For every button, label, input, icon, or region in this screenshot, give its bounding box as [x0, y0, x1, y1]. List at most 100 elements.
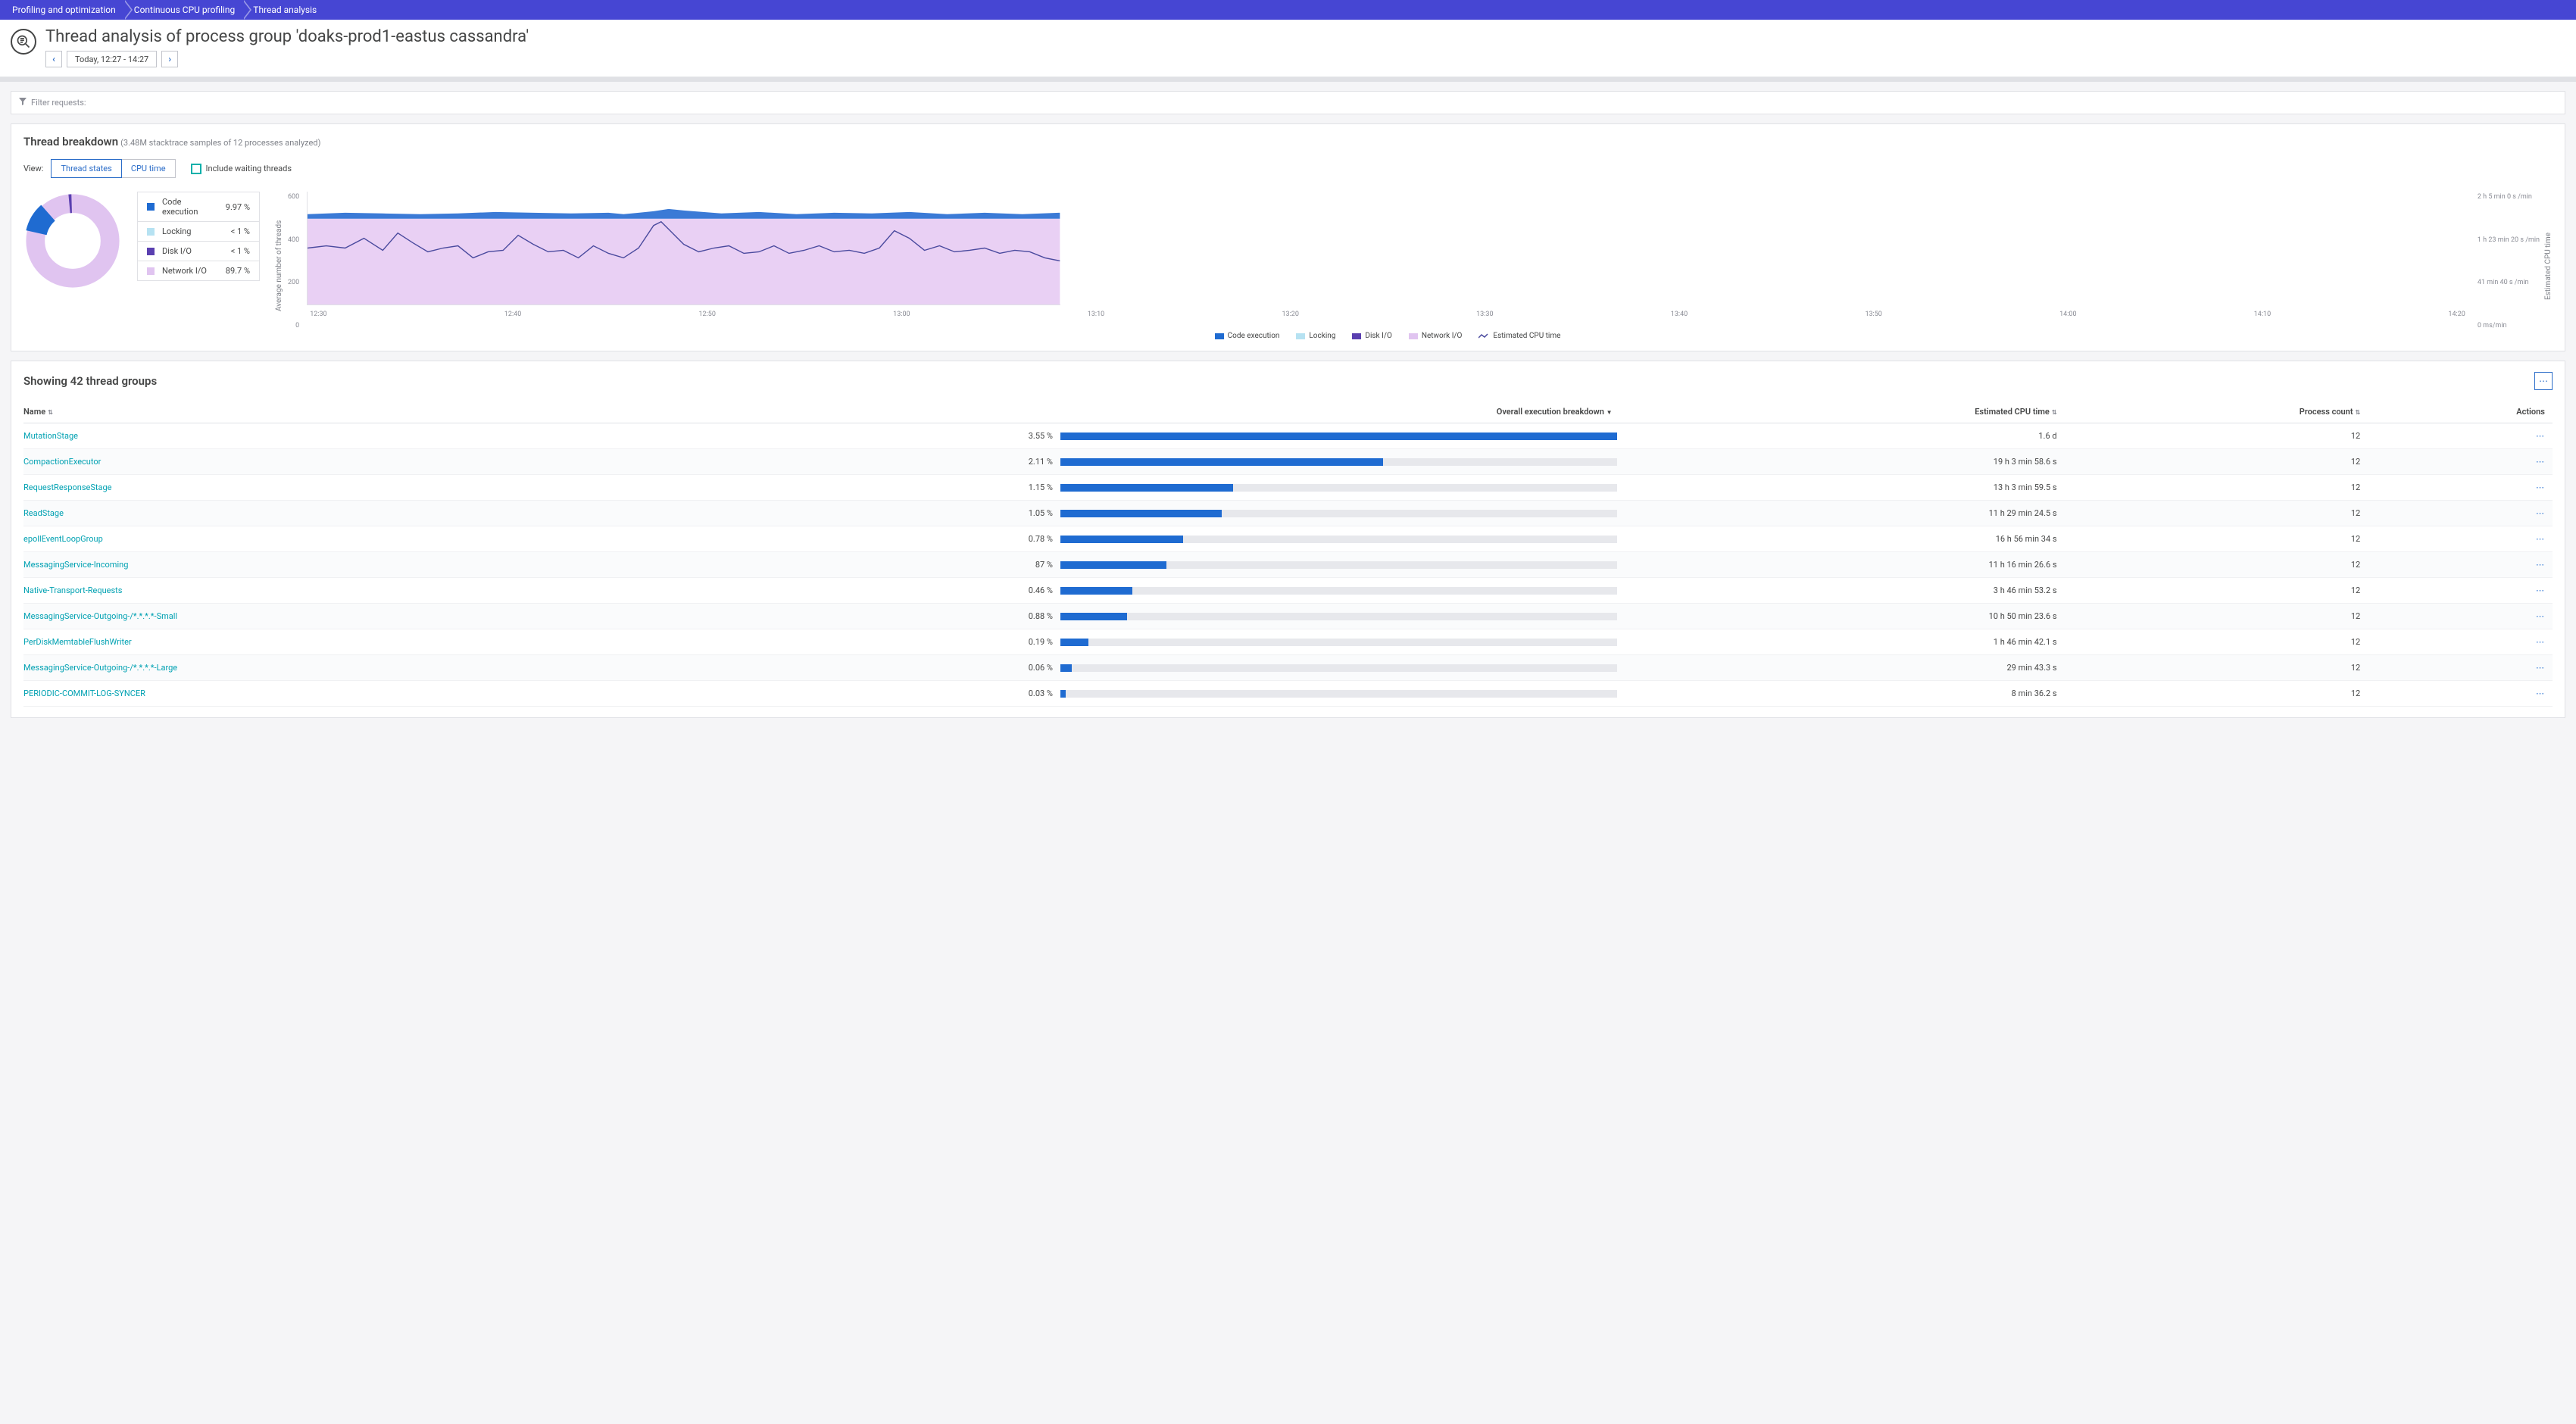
row-actions-button[interactable]: ⋯	[2536, 457, 2545, 467]
thread-group-link[interactable]: PerDiskMemtableFlushWriter	[23, 637, 883, 647]
row-percent: 0.78 %	[883, 534, 1060, 544]
breakdown-subtitle: (3.48M stacktrace samples of 12 processe…	[120, 138, 320, 148]
row-bar	[1060, 484, 1617, 492]
row-bar	[1060, 690, 1617, 698]
thread-group-link[interactable]: PERIODIC-COMMIT-LOG-SYNCER	[23, 689, 883, 698]
row-bar	[1060, 561, 1617, 569]
row-percent: 1.15 %	[883, 482, 1060, 492]
row-actions-button[interactable]: ⋯	[2536, 689, 2545, 698]
legend-row[interactable]: Network I/O89.7 %	[138, 261, 259, 280]
y-axis-left-label: Average number of threads	[275, 192, 283, 340]
col-header-name[interactable]: Name⇅	[23, 407, 883, 417]
table-row: MessagingService-Outgoing-/*.*.*.*-Small…	[23, 604, 2553, 629]
legend-row[interactable]: Locking< 1 %	[138, 221, 259, 241]
row-bar	[1060, 587, 1617, 595]
table-row: PerDiskMemtableFlushWriter0.19 %1 h 46 m…	[23, 629, 2553, 655]
thread-group-link[interactable]: CompactionExecutor	[23, 457, 883, 467]
row-process-count: 12	[2072, 457, 2376, 467]
checkbox-icon	[191, 164, 201, 174]
table-header-row: Name⇅ Overall execution breakdown ▼ Esti…	[23, 401, 2553, 423]
thread-group-link[interactable]: MessagingService-Incoming	[23, 560, 883, 570]
chart-legend: Code executionLockingDisk I/ONetwork I/O…	[307, 332, 2468, 340]
row-process-count: 12	[2072, 663, 2376, 673]
row-percent: 0.06 %	[883, 663, 1060, 673]
row-cpu-time: 11 h 16 min 26.6 s	[1617, 560, 2072, 570]
table-row: MutationStage3.55 %1.6 d12⋯	[23, 423, 2553, 449]
y-axis-left-ticks: 6004002000	[288, 192, 302, 340]
breadcrumb-item-profiling[interactable]: Profiling and optimization	[5, 0, 126, 20]
x-axis-ticks: 12:3012:4012:5013:0013:1013:2013:3013:40…	[307, 311, 2468, 318]
thread-group-link[interactable]: MutationStage	[23, 431, 883, 441]
filter-icon	[19, 98, 27, 108]
thread-group-link[interactable]: RequestResponseStage	[23, 482, 883, 492]
include-waiting-toggle[interactable]: Include waiting threads	[191, 164, 292, 174]
row-process-count: 12	[2072, 586, 2376, 595]
breakdown-legend: Code execution9.97 %Locking< 1 %Disk I/O…	[137, 192, 260, 281]
seg-cpu-time[interactable]: CPU time	[121, 159, 176, 178]
seg-thread-states[interactable]: Thread states	[51, 159, 121, 178]
page-header: Thread analysis of process group 'doaks-…	[0, 20, 2576, 77]
chart-legend-item: Locking	[1296, 332, 1335, 340]
row-percent: 2.11 %	[883, 457, 1060, 467]
legend-row[interactable]: Disk I/O< 1 %	[138, 241, 259, 261]
legend-value: 9.97 %	[226, 202, 250, 212]
table-options-button[interactable]: ⋯	[2534, 372, 2553, 390]
row-process-count: 12	[2072, 534, 2376, 544]
col-header-cpu[interactable]: Estimated CPU time⇅	[1617, 407, 2072, 417]
thread-group-link[interactable]: MessagingService-Outgoing-/*.*.*.*-Small	[23, 611, 883, 621]
thread-group-link[interactable]: ReadStage	[23, 508, 883, 518]
col-header-process-count[interactable]: Process count⇅	[2072, 407, 2376, 417]
breadcrumb-item-cpu-profiling[interactable]: Continuous CPU profiling	[126, 0, 246, 20]
col-header-overall[interactable]: Overall execution breakdown ▼	[1060, 407, 1617, 417]
row-cpu-time: 10 h 50 min 23.6 s	[1617, 611, 2072, 621]
row-bar	[1060, 510, 1617, 517]
row-percent: 3.55 %	[883, 431, 1060, 441]
row-process-count: 12	[2072, 431, 2376, 441]
legend-swatch	[147, 248, 155, 255]
legend-value: < 1 %	[231, 226, 250, 236]
thread-groups-table: Showing 42 thread groups ⋯ Name⇅ Overall…	[11, 361, 2565, 718]
table-summary: Showing 42 thread groups	[23, 374, 157, 388]
y-axis-right-ticks: 2 h 5 min 0 s /min1 h 23 min 20 s /min41…	[2473, 192, 2540, 340]
row-bar	[1060, 664, 1617, 672]
legend-swatch	[147, 203, 155, 211]
row-actions-button[interactable]: ⋯	[2536, 663, 2545, 673]
row-actions-button[interactable]: ⋯	[2536, 560, 2545, 570]
time-range-selector[interactable]: Today, 12:27 - 14:27	[67, 51, 157, 67]
row-actions-button[interactable]: ⋯	[2536, 586, 2545, 595]
breakdown-title: Thread breakdown	[23, 135, 118, 148]
legend-row[interactable]: Code execution9.97 %	[138, 192, 259, 221]
row-actions-button[interactable]: ⋯	[2536, 508, 2545, 518]
thread-group-link[interactable]: epollEventLoopGroup	[23, 534, 883, 544]
row-actions-button[interactable]: ⋯	[2536, 611, 2545, 621]
row-cpu-time: 13 h 3 min 59.5 s	[1617, 482, 2072, 492]
time-next-button[interactable]: ›	[161, 51, 178, 67]
row-process-count: 12	[2072, 560, 2376, 570]
page-title: Thread analysis of process group 'doaks-…	[45, 27, 529, 46]
filter-bar[interactable]: Filter requests:	[11, 91, 2565, 114]
chart-legend-item: Network I/O	[1409, 332, 1463, 340]
include-waiting-label: Include waiting threads	[206, 164, 292, 173]
row-actions-button[interactable]: ⋯	[2536, 534, 2545, 544]
table-row: CompactionExecutor2.11 %19 h 3 min 58.6 …	[23, 449, 2553, 475]
table-row: Native-Transport-Requests0.46 %3 h 46 mi…	[23, 578, 2553, 604]
analysis-icon	[11, 29, 36, 55]
row-bar	[1060, 639, 1617, 646]
filter-label: Filter requests:	[31, 98, 86, 108]
breadcrumb-item-thread-analysis[interactable]: Thread analysis	[245, 0, 327, 20]
chart-legend-item: Code execution	[1215, 332, 1280, 340]
table-row: MessagingService-Incoming87 %11 h 16 min…	[23, 552, 2553, 578]
time-prev-button[interactable]: ‹	[45, 51, 62, 67]
thread-group-link[interactable]: Native-Transport-Requests	[23, 586, 883, 595]
row-process-count: 12	[2072, 508, 2376, 518]
legend-swatch	[147, 228, 155, 236]
row-cpu-time: 16 h 56 min 34 s	[1617, 534, 2072, 544]
row-process-count: 12	[2072, 482, 2376, 492]
row-actions-button[interactable]: ⋯	[2536, 482, 2545, 492]
row-actions-button[interactable]: ⋯	[2536, 637, 2545, 647]
row-actions-button[interactable]: ⋯	[2536, 431, 2545, 441]
thread-group-link[interactable]: MessagingService-Outgoing-/*.*.*.*-Large	[23, 663, 883, 673]
legend-name: Network I/O	[162, 266, 218, 276]
view-label: View:	[23, 164, 43, 173]
legend-swatch	[147, 267, 155, 275]
